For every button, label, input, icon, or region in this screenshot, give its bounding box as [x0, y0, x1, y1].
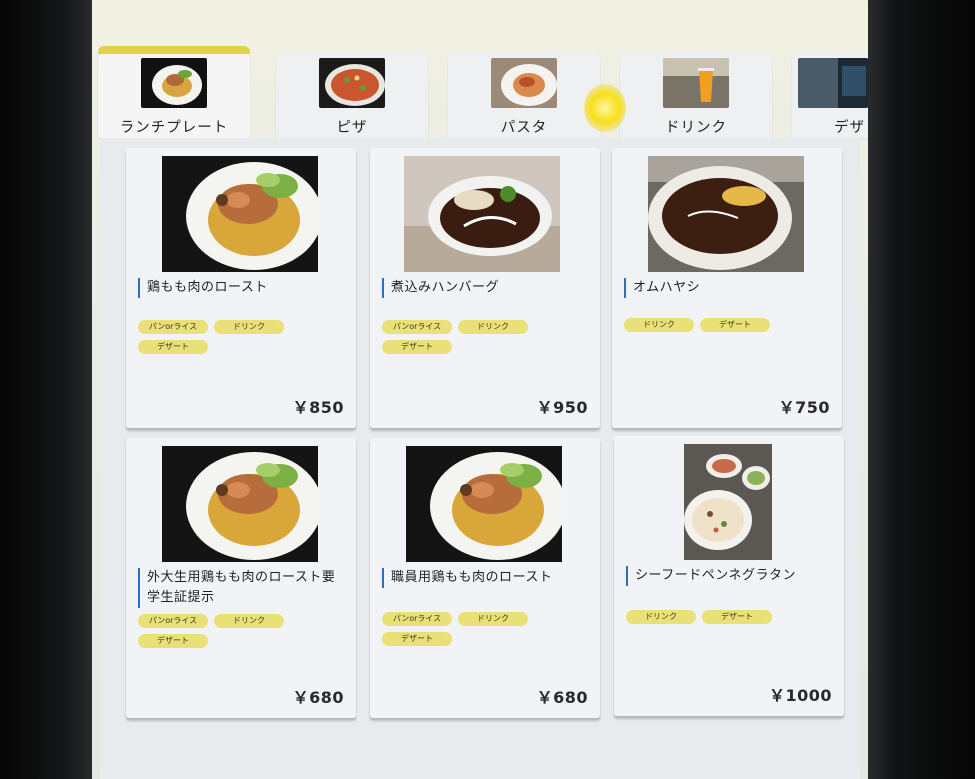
item-price: ￥750 — [778, 398, 830, 417]
tab-label: ドリンク — [665, 120, 727, 136]
menu-card-student-roast-chicken[interactable]: 外大生用鶏もも肉のロースト要学生証提示 パンorライス ドリンク デザート ￥6… — [126, 438, 356, 718]
option-tags: ドリンク デザート — [626, 610, 838, 624]
roast-chicken-photo-icon — [406, 446, 562, 562]
option-tags: パンorライス ドリンク デザート — [382, 320, 594, 354]
monitor-bezel-left — [0, 0, 92, 779]
roast-chicken-photo-icon — [162, 156, 318, 272]
seafood-gratin-photo-icon — [684, 444, 772, 560]
option-tag: パンorライス — [382, 320, 452, 334]
option-tag: デザート — [382, 632, 452, 646]
option-tag: ドリンク — [626, 610, 696, 624]
item-name: オムハヤシ — [624, 278, 832, 298]
item-price: ￥680 — [292, 688, 344, 707]
option-tag: デザート — [138, 634, 208, 648]
item-name: シーフードペンネグラタン — [626, 566, 834, 586]
option-tag: ドリンク — [214, 614, 284, 628]
menu-card-hamburg[interactable]: 煮込みハンバーグ パンorライス ドリンク デザート ￥950 — [370, 148, 600, 428]
option-tag: パンorライス — [382, 612, 452, 626]
option-tags: ドリンク デザート — [624, 318, 836, 332]
item-price: ￥1000 — [768, 686, 832, 705]
item-price: ￥950 — [536, 398, 588, 417]
option-tag: パンorライス — [138, 320, 208, 334]
monitor-bezel-right — [868, 0, 975, 779]
item-price: ￥680 — [536, 688, 588, 707]
option-tag: ドリンク — [458, 320, 528, 334]
menu-card-omu-hayashi[interactable]: オムハヤシ ドリンク デザート ￥750 — [612, 148, 842, 428]
item-name: 煮込みハンバーグ — [382, 278, 590, 298]
drink-photo-icon — [663, 58, 729, 108]
tab-drink[interactable]: ドリンク — [620, 52, 772, 138]
tab-label: デザ — [834, 120, 865, 136]
option-tags: パンorライス ドリンク デザート — [138, 320, 350, 354]
kiosk-screen: ランチプレート ピザ パスタ ドリンク デザ 鶏もも肉のロースト パンorライス… — [92, 0, 868, 779]
item-name: 外大生用鶏もも肉のロースト要学生証提示 — [138, 568, 346, 608]
tab-dessert[interactable]: デザ — [792, 52, 868, 138]
item-name: 鶏もも肉のロースト — [138, 278, 346, 298]
pasta-photo-icon — [491, 58, 557, 108]
light-glare — [584, 84, 626, 132]
tab-label: ピザ — [336, 120, 368, 136]
item-name: 職員用鶏もも肉のロースト — [382, 568, 590, 588]
option-tag: デザート — [702, 610, 772, 624]
lunch-plate-photo-icon — [141, 58, 207, 108]
option-tags: パンorライス ドリンク デザート — [382, 612, 594, 646]
option-tags: パンorライス ドリンク デザート — [138, 614, 350, 648]
tab-pasta[interactable]: パスタ — [448, 52, 600, 138]
pizza-photo-icon — [319, 58, 385, 108]
tab-label: パスタ — [500, 120, 548, 136]
dessert-photo-icon — [798, 58, 868, 108]
omu-hayashi-photo-icon — [648, 156, 804, 272]
option-tag: デザート — [700, 318, 770, 332]
option-tag: ドリンク — [214, 320, 284, 334]
item-price: ￥850 — [292, 398, 344, 417]
menu-card-seafood-gratin[interactable]: シーフードペンネグラタン ドリンク デザート ￥1000 — [614, 436, 844, 716]
option-tag: ドリンク — [458, 612, 528, 626]
tab-label: ランチプレート — [119, 120, 229, 136]
tab-pizza[interactable]: ピザ — [276, 52, 428, 138]
roast-chicken-photo-icon — [162, 446, 318, 562]
menu-card-roast-chicken[interactable]: 鶏もも肉のロースト パンorライス ドリンク デザート ￥850 — [126, 148, 356, 428]
option-tag: ドリンク — [624, 318, 694, 332]
menu-card-staff-roast-chicken[interactable]: 職員用鶏もも肉のロースト パンorライス ドリンク デザート ￥680 — [370, 438, 600, 718]
tab-lunch-plate[interactable]: ランチプレート — [98, 46, 250, 138]
option-tag: デザート — [382, 340, 452, 354]
option-tag: パンorライス — [138, 614, 208, 628]
option-tag: デザート — [138, 340, 208, 354]
hamburg-steak-photo-icon — [404, 156, 560, 272]
